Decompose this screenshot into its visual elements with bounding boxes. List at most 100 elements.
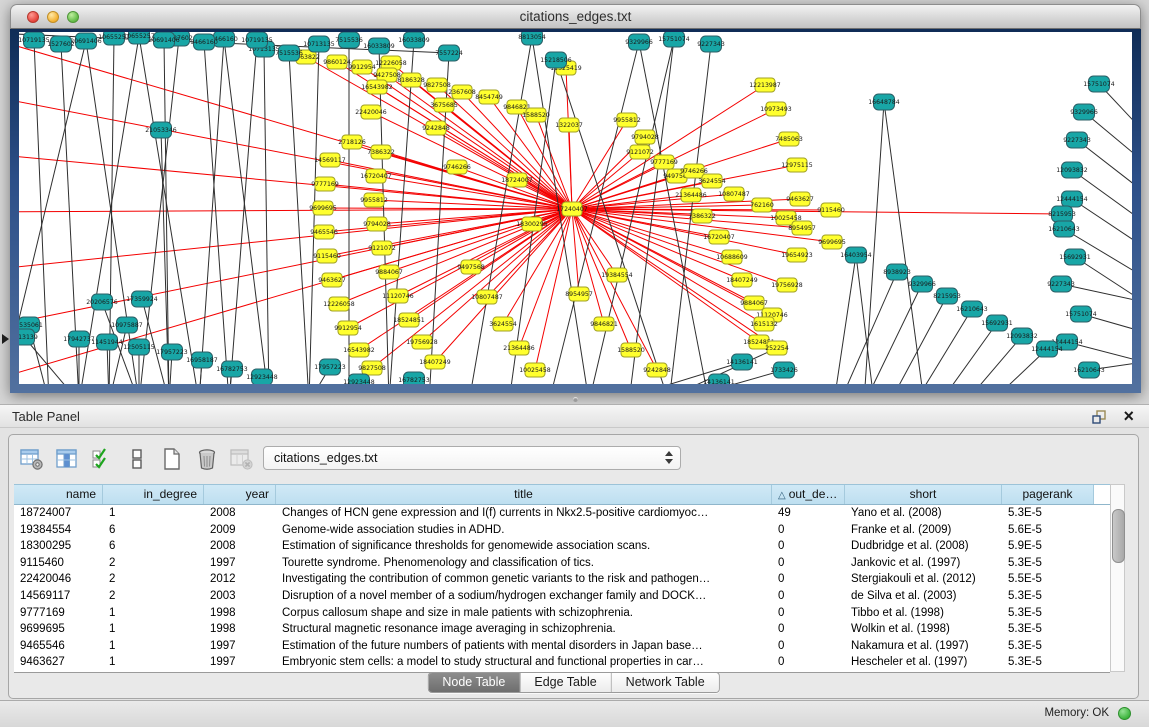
table-cell: 0 (772, 638, 845, 655)
network-canvas[interactable]: 1724040718300295746382298601249912954122… (19, 32, 1132, 384)
table-cell: 5.9E-5 (1002, 538, 1094, 555)
table-row[interactable]: 1830029562008Estimation of significance … (14, 538, 1110, 555)
svg-text:9955812: 9955812 (360, 197, 388, 204)
column-header-title[interactable]: title (276, 485, 772, 504)
table-cell: 0 (772, 621, 845, 638)
svg-text:10807487: 10807487 (471, 294, 503, 301)
table-row[interactable]: 977716911998Corpus callosum shape and si… (14, 605, 1110, 622)
svg-text:9227343: 9227343 (1063, 137, 1091, 144)
svg-text:2718126: 2718126 (338, 139, 366, 146)
table-cell: Franke et al. (2009) (845, 522, 1002, 539)
table-cell: Estimation of the future numbers of pati… (276, 638, 772, 655)
svg-text:16210643: 16210643 (1048, 226, 1080, 233)
column-visibility-icon[interactable] (54, 446, 80, 472)
svg-text:16210643: 16210643 (1073, 367, 1105, 374)
svg-text:9329966: 9329966 (908, 281, 936, 288)
tab-network-table[interactable]: Network Table (612, 673, 719, 692)
svg-text:8454749: 8454749 (475, 94, 503, 101)
svg-text:16033809: 16033809 (363, 43, 395, 50)
svg-text:7485063: 7485063 (775, 136, 803, 143)
svg-text:19384554: 19384554 (601, 272, 633, 279)
svg-text:9846821: 9846821 (590, 321, 618, 328)
new-table-icon[interactable] (159, 446, 185, 472)
svg-text:9794028: 9794028 (631, 134, 659, 141)
table-cell: 1998 (204, 621, 276, 638)
table-row[interactable]: 1872400712008Changes of HCN gene express… (14, 505, 1110, 522)
table-panel-body: f(x) citations_edges.txt name in_degree … (8, 434, 1139, 699)
splitter-grip-icon (573, 397, 578, 402)
table-row[interactable]: 946554611997Estimation of the future num… (14, 638, 1110, 655)
table-toolbar: f(x) (19, 443, 290, 475)
scrollbar-thumb[interactable] (1112, 509, 1125, 563)
close-panel-icon[interactable]: × (1123, 405, 1134, 428)
table-cell: de Silva et al. (2003) (845, 588, 1002, 605)
citation-network-graph[interactable]: 1724040718300295746382298601249912954122… (19, 32, 1132, 384)
table-cell: 0 (772, 571, 845, 588)
table-row[interactable]: 911546021997Tourette syndrome. Phenomeno… (14, 555, 1110, 572)
select-all-rows-icon[interactable] (89, 446, 115, 472)
svg-text:1588520: 1588520 (617, 347, 645, 354)
svg-text:3675685: 3675685 (430, 102, 458, 109)
column-header-short[interactable]: short (845, 485, 1002, 504)
float-panel-icon[interactable] (1091, 409, 1107, 425)
svg-text:17359924: 17359924 (126, 296, 158, 303)
svg-text:16782753: 16782753 (216, 366, 248, 373)
svg-text:12505115: 12505115 (123, 344, 155, 351)
column-header-in-degree[interactable]: in_degree (103, 485, 204, 504)
tab-node-table[interactable]: Node Table (428, 673, 520, 692)
svg-text:17957223: 17957223 (156, 349, 188, 356)
table-selector-dropdown[interactable]: citations_edges.txt (263, 446, 681, 470)
svg-text:12213987: 12213987 (749, 82, 781, 89)
svg-text:9497568: 9497568 (457, 264, 485, 271)
svg-text:21364486: 21364486 (675, 192, 707, 199)
table-cell: 14569117 (14, 588, 103, 605)
svg-text:9329966: 9329966 (625, 39, 653, 46)
table-cell (1094, 654, 1110, 671)
table-cell: 9463627 (14, 654, 103, 671)
table-row[interactable]: 1456911722003Disruption of a novel membe… (14, 588, 1110, 605)
table-cell (1094, 621, 1110, 638)
svg-text:9827508: 9827508 (358, 365, 386, 372)
table-row[interactable]: 969969511998Structural magnetic resonanc… (14, 621, 1110, 638)
svg-text:9227343: 9227343 (1047, 281, 1075, 288)
clear-selection-icon[interactable] (124, 446, 150, 472)
svg-text:762160: 762160 (750, 202, 774, 209)
svg-text:8186328: 8186328 (397, 77, 425, 84)
table-options-icon[interactable] (19, 446, 45, 472)
delete-rows-trash-icon[interactable] (194, 446, 220, 472)
column-header-year[interactable]: year (204, 485, 276, 504)
table-panel-title: Table Panel (12, 405, 80, 428)
table-cell: Tourette syndrome. Phenomenology and cla… (276, 555, 772, 572)
table-cell (1094, 638, 1110, 655)
column-header-out-degree[interactable]: △out_de… (772, 485, 845, 504)
table-cell (1094, 605, 1110, 622)
svg-text:10719135: 10719135 (19, 37, 50, 44)
svg-text:16720407: 16720407 (703, 234, 735, 241)
svg-text:9463627: 9463627 (318, 277, 346, 284)
table-panel-titlebar: Table Panel × (0, 404, 1149, 428)
table-cell: 1 (103, 605, 204, 622)
table-row[interactable]: 946362711997Embryonic stem cells: a mode… (14, 654, 1110, 671)
table-cell: 6 (103, 538, 204, 555)
table-cell: 2009 (204, 522, 276, 539)
table-row[interactable]: 2242004622012Investigating the contribut… (14, 571, 1110, 588)
svg-text:10655257: 10655257 (98, 34, 130, 41)
svg-text:10807487: 10807487 (718, 191, 750, 198)
table-cell: 49 (772, 505, 845, 522)
table-cell: 2012 (204, 571, 276, 588)
table-row[interactable]: 1938455462009Genome-wide association stu… (14, 522, 1110, 539)
table-cell: 5.3E-5 (1002, 654, 1094, 671)
svg-text:1535061: 1535061 (19, 322, 43, 329)
table-cell: Jankovic et al. (1997) (845, 555, 1002, 572)
panel-splitter[interactable] (10, 393, 1141, 404)
tab-edge-table[interactable]: Edge Table (520, 673, 611, 692)
collapse-panel-arrow-icon[interactable] (2, 334, 9, 344)
table-scrollbar[interactable] (1110, 484, 1125, 672)
column-header-pagerank[interactable]: pagerank (1002, 485, 1094, 504)
column-header-name[interactable]: name (14, 485, 103, 504)
window-titlebar[interactable]: citations_edges.txt (10, 4, 1141, 29)
table-cell: 5.3E-5 (1002, 605, 1094, 622)
svg-text:15751074: 15751074 (1065, 311, 1097, 318)
svg-text:9121072: 9121072 (626, 149, 654, 156)
svg-text:9912954: 9912954 (348, 64, 376, 71)
